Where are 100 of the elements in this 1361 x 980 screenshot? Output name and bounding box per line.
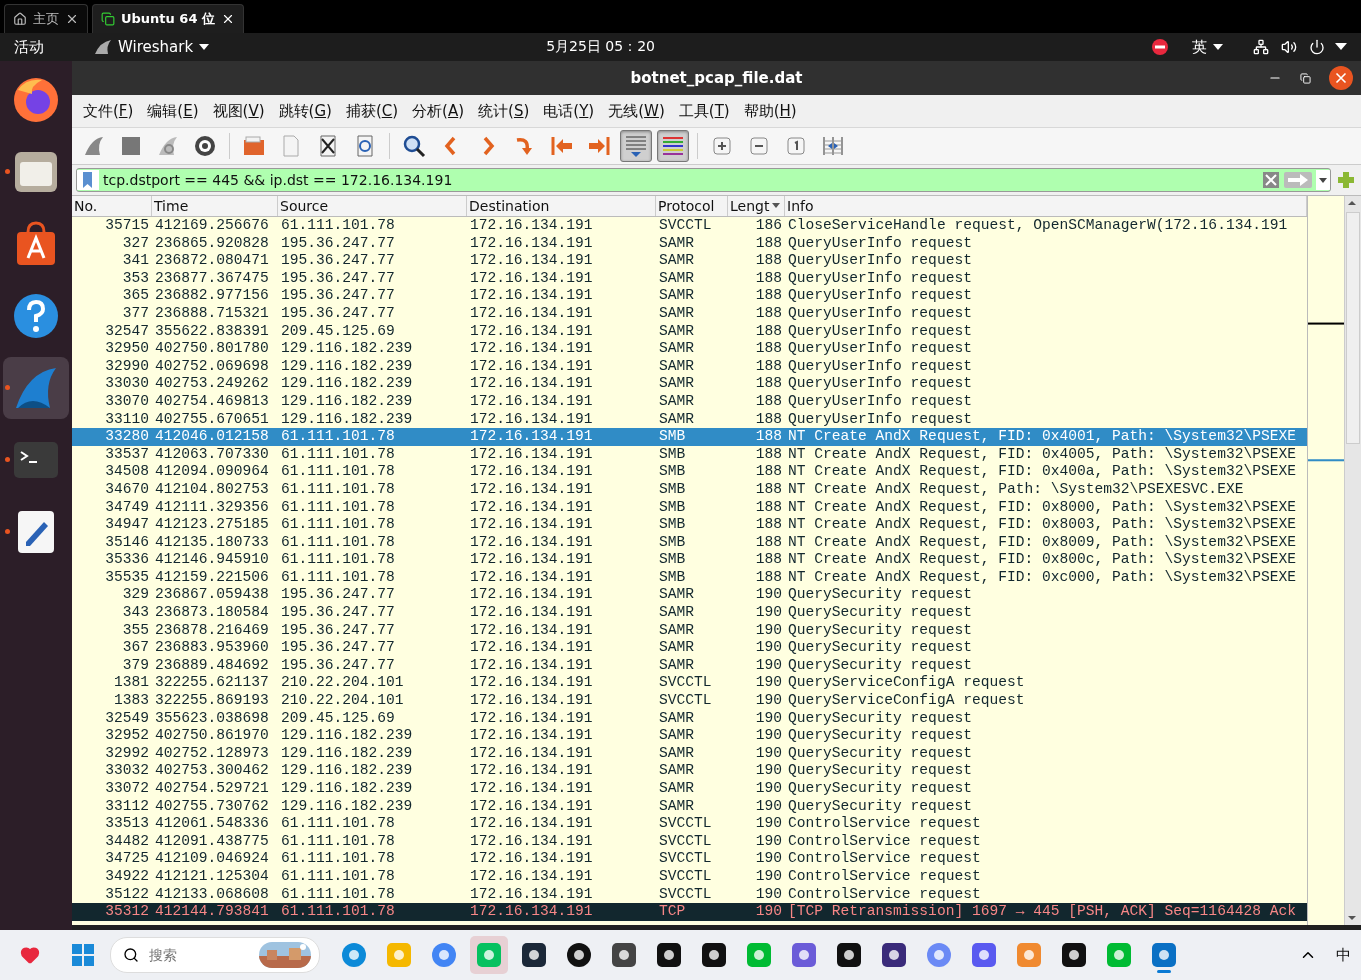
table-cell-text: 172.16.134.191 <box>469 375 594 393</box>
app-menu[interactable]: Wireshark <box>118 38 194 56</box>
table-cell-text: 367 <box>121 639 150 657</box>
menu-item[interactable]: 跳转(G) <box>271 101 339 121</box>
resize-columns-icon <box>821 134 845 158</box>
table-cell-text: QuerySecurity request <box>787 639 973 657</box>
firefox-icon[interactable] <box>12 76 60 124</box>
table-cell-text: NT Create AndX Request, FID: 0x800c, Path: \System32\PSEXE <box>787 551 1297 569</box>
dropdown-caret-icon[interactable] <box>1316 170 1330 190</box>
table-cell-text: 355 <box>121 621 150 640</box>
table-cell-text: 190 <box>754 815 783 833</box>
network-icon[interactable] <box>1253 39 1269 55</box>
power-icon[interactable] <box>1309 39 1325 55</box>
table-cell-text: 412121.125304 <box>154 867 270 886</box>
table-cell-text: 61.111.101.78 <box>280 832 396 851</box>
clock[interactable]: 5月25日 05：20 <box>546 38 655 56</box>
table-cell-text: 172.16.134.191 <box>469 234 594 253</box>
browser-tab[interactable]: 主页 <box>4 4 88 33</box>
packet-row[interactable]: 33280 412046.012158 61.111.101.78 172.16.134.191 SMB 188 NT Create AndX Request, FID: 0x4001, Path: \System32\PSEXE <box>72 428 1307 446</box>
table-cell-text: 35715 <box>104 217 150 235</box>
browser-tab[interactable]: Ubuntu 64 位 <box>92 4 244 33</box>
first-arrow-icon <box>550 134 574 158</box>
table-cell-text: 190 <box>754 903 783 921</box>
table-cell-text: 34508 <box>104 463 150 481</box>
caret-icon[interactable] <box>1335 43 1347 51</box>
table-cell-text: QuerySecurity request <box>787 621 973 640</box>
menu-item[interactable]: 帮助(H) <box>736 101 804 121</box>
column-header[interactable]: Destination <box>467 196 656 216</box>
column-header[interactable]: Source <box>278 196 467 216</box>
table-cell-text: 236882.977156 <box>154 287 270 305</box>
table-cell-text: QueryUserInfo request <box>787 304 973 323</box>
menu-item[interactable]: 文件(F) <box>76 101 141 121</box>
app-icon[interactable] <box>656 942 682 968</box>
table-cell-text: 236872.080471 <box>154 252 270 270</box>
display-filter-field[interactable]: tcp.dstport == 445 && ip.dst == 172.16.134.191 <box>76 168 1331 192</box>
menu-item[interactable]: 电话(Y) <box>536 101 602 121</box>
scrollbar[interactable] <box>1344 196 1361 925</box>
table-cell-text: 412159.221506 <box>154 568 270 587</box>
table-cell-text: 33112 <box>104 797 150 816</box>
table-cell-text: 61.111.101.78 <box>280 428 396 446</box>
menu-item[interactable]: 编辑(E) <box>140 101 206 121</box>
table-cell-text: 402752.069698 <box>154 357 270 376</box>
table-cell-text: 188 <box>754 269 783 288</box>
active-indicator <box>1157 970 1171 973</box>
menu-item[interactable]: 视图(V) <box>205 101 272 121</box>
table-cell-text: 61.111.101.78 <box>280 217 396 235</box>
column-header[interactable]: Lengt <box>728 196 785 216</box>
restore-icon[interactable] <box>1300 72 1311 84</box>
volume-icon[interactable] <box>1281 39 1297 55</box>
table-cell-text: 61.111.101.78 <box>280 533 396 552</box>
menu-item[interactable]: 统计(S) <box>471 101 537 121</box>
table-cell-text: 33070 <box>104 392 150 411</box>
input-method-indicator[interactable]: 中 <box>1336 945 1351 965</box>
table-cell-text: 412109.046924 <box>154 850 270 868</box>
table-cell-text: SAMR <box>658 744 696 763</box>
menu-item[interactable]: 工具(T) <box>671 101 737 121</box>
column-header[interactable]: No. <box>72 196 152 216</box>
table-cell-text: 172.16.134.191 <box>469 498 594 517</box>
heart-icon[interactable] <box>20 945 40 965</box>
column-header[interactable]: Protocol <box>656 196 728 216</box>
table-cell-text: 61.111.101.78 <box>280 903 396 921</box>
table-cell-text: QuerySecurity request <box>787 586 973 605</box>
table-cell-text: 190 <box>754 762 783 780</box>
close-icon[interactable] <box>1329 66 1353 90</box>
table-cell-text: QueryUserInfo request <box>787 269 973 288</box>
table-cell-text: SAMR <box>658 252 696 270</box>
bookmark-icon[interactable] <box>77 170 99 190</box>
menu-item[interactable]: 捕获(C) <box>338 101 406 121</box>
caret-icon[interactable] <box>199 44 210 50</box>
scrollbar-thumb[interactable] <box>1346 212 1360 444</box>
close-icon[interactable] <box>221 12 235 26</box>
packet-row[interactable]: 35312 412144.793841 61.111.101.78 172.16.134.191 TCP 190 [TCP Retransmission] 1697 → 445 [PSH, ACK] Seq=1164428 Ack <box>72 903 1307 921</box>
windows-logo-icon[interactable] <box>71 943 95 967</box>
app-icon[interactable] <box>881 942 907 968</box>
input-method-indicator[interactable]: 英 <box>1192 37 1207 57</box>
gear-icon <box>193 134 217 158</box>
menu-item[interactable]: 分析(A) <box>405 101 472 121</box>
table-cell-text: ControlService request <box>787 867 982 886</box>
close-icon[interactable] <box>65 12 79 26</box>
clear-icon[interactable] <box>1262 171 1280 189</box>
help-icon[interactable] <box>12 292 60 340</box>
app-icon[interactable] <box>701 942 727 968</box>
table-cell-text: QueryServiceConfigA request <box>787 692 1026 710</box>
table-cell-text: 190 <box>754 850 783 868</box>
activities-button[interactable]: 活动 <box>14 37 44 57</box>
table-cell-text: 129.116.182.239 <box>280 410 414 429</box>
table-cell-text: 34670 <box>104 480 150 499</box>
table-cell-text: 188 <box>754 533 783 552</box>
column-header[interactable]: Time <box>152 196 278 216</box>
table-cell-text: ControlService request <box>787 815 982 833</box>
table-cell-text: 172.16.134.191 <box>469 797 594 816</box>
table-cell-text: QuerySecurity request <box>787 780 973 798</box>
table-cell-text: 190 <box>754 744 783 763</box>
table-cell-text: 172.16.134.191 <box>469 340 594 358</box>
table-cell-text: 402755.670651 <box>154 410 270 429</box>
menu-item[interactable]: 无线(W) <box>601 101 672 121</box>
table-cell-text: 195.36.247.77 <box>280 586 396 605</box>
table-cell-text: 209.45.125.69 <box>280 322 396 341</box>
app-icon[interactable] <box>1061 942 1087 968</box>
caret-icon[interactable] <box>1213 44 1223 50</box>
